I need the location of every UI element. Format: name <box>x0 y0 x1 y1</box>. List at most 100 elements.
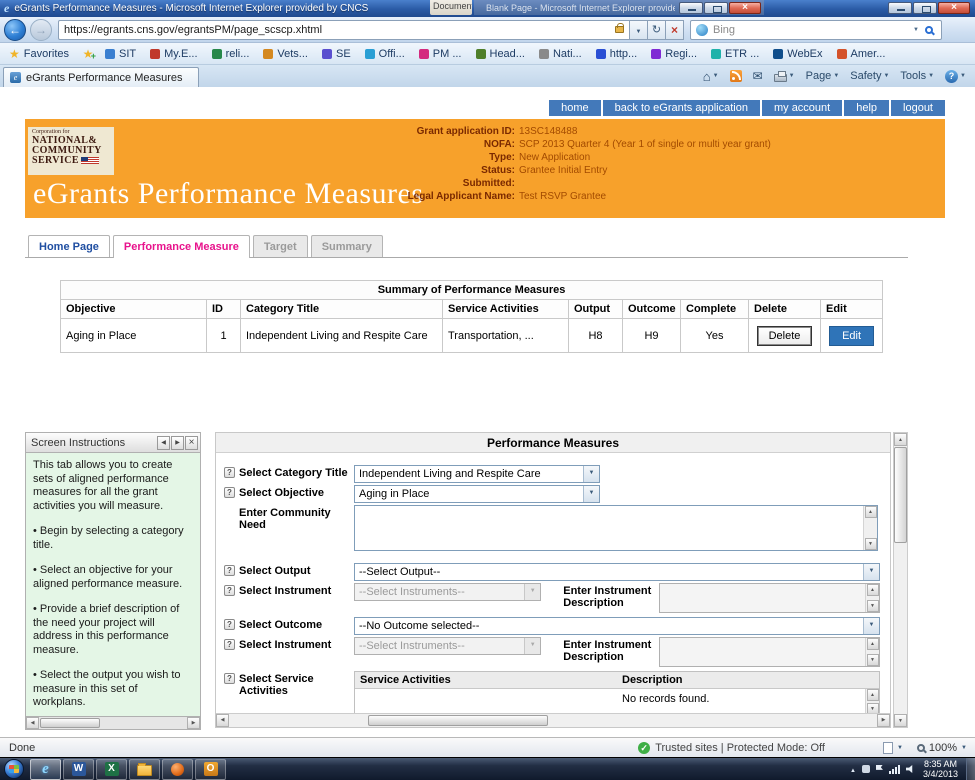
form-vertical-scrollbar[interactable] <box>893 432 908 728</box>
security-zone[interactable]: Trusted sites | Protected Mode: Off <box>638 742 825 754</box>
address-dropdown-button[interactable] <box>630 20 648 40</box>
outcome-instrument-select[interactable]: --Select Instruments-- <box>354 637 541 655</box>
background-window[interactable]: Blank Page - Microsoft Internet Explorer… <box>474 0 764 15</box>
scroll-left-arrow[interactable] <box>26 717 39 729</box>
scroll-up-arrow[interactable] <box>894 433 907 446</box>
category-select[interactable]: Independent Living and Respite Care <box>354 465 600 483</box>
help-icon[interactable] <box>224 619 235 630</box>
refresh-button[interactable] <box>648 20 666 40</box>
edit-button[interactable]: Edit <box>829 326 874 346</box>
help-icon[interactable] <box>224 467 235 478</box>
favorite-link[interactable]: ETR ... <box>704 43 766 64</box>
nav-back-to-egrants-button[interactable]: back to eGrants application <box>603 100 760 116</box>
outcome-select[interactable]: --No Outcome selected-- <box>354 617 880 635</box>
favorite-link[interactable]: Vets... <box>256 43 315 64</box>
tab-summary[interactable]: Summary <box>311 235 383 257</box>
form-horizontal-scrollbar[interactable] <box>216 713 890 727</box>
volume-icon[interactable] <box>906 765 915 774</box>
scroll-up-arrow[interactable] <box>867 638 879 650</box>
objective-select[interactable]: Aging in Place <box>354 485 600 503</box>
delete-button[interactable]: Delete <box>758 327 812 345</box>
maximize-button[interactable] <box>913 2 937 14</box>
scroll-down-arrow[interactable] <box>865 538 877 550</box>
search-input[interactable]: Bing <box>690 20 942 40</box>
favorite-link[interactable]: PM ... <box>412 43 469 64</box>
zoom-control[interactable]: 100% <box>917 742 975 754</box>
forward-button[interactable] <box>30 19 52 41</box>
taskbar-folder-button[interactable] <box>129 759 160 780</box>
scroll-right-arrow[interactable] <box>187 717 200 729</box>
outcome-instrument-description-textarea[interactable] <box>659 637 880 667</box>
scroll-right-arrow[interactable] <box>877 714 890 727</box>
taskbar-clock[interactable]: 8:35 AM 3/4/2013 <box>923 759 958 779</box>
search-icon[interactable] <box>925 26 933 34</box>
favorite-link[interactable]: Offi... <box>358 43 412 64</box>
chevron-down-icon[interactable] <box>863 564 879 580</box>
scroll-left-arrow[interactable] <box>216 714 229 727</box>
chevron-down-icon[interactable] <box>583 486 599 502</box>
chevron-down-icon[interactable] <box>583 466 599 482</box>
scrollbar-thumb[interactable] <box>40 718 100 728</box>
taskbar-outlook-button[interactable]: O <box>195 759 226 780</box>
favorite-link[interactable]: SIT <box>98 43 143 64</box>
favorite-link[interactable]: reli... <box>205 43 257 64</box>
taskbar-media-button[interactable] <box>162 759 193 780</box>
instructions-horizontal-scrollbar[interactable] <box>26 716 200 729</box>
scroll-down-arrow[interactable] <box>867 703 879 713</box>
textarea-scrollbar[interactable] <box>865 584 879 612</box>
instructions-next-button[interactable] <box>171 436 184 450</box>
minimize-button[interactable] <box>888 2 912 14</box>
scrollbar-thumb[interactable] <box>368 715 548 726</box>
background-window-document[interactable]: Document <box>430 0 472 15</box>
scroll-down-arrow[interactable] <box>867 654 879 666</box>
help-icon[interactable] <box>224 487 235 498</box>
chevron-down-icon[interactable] <box>897 745 903 751</box>
tab-target[interactable]: Target <box>253 235 308 257</box>
show-desktop-button[interactable] <box>966 758 975 780</box>
page-menu-button[interactable]: Page <box>802 68 844 84</box>
address-input[interactable]: https://egrants.cns.gov/egrantsPM/page_s… <box>58 20 630 40</box>
favorite-link[interactable]: Head... <box>469 43 532 64</box>
chevron-down-icon[interactable] <box>863 618 879 634</box>
favorite-link[interactable]: My.E... <box>143 43 204 64</box>
browser-tab[interactable]: eGrants Performance Measures <box>3 67 199 87</box>
tab-home-page[interactable]: Home Page <box>28 235 110 257</box>
scroll-down-arrow[interactable] <box>867 600 879 612</box>
output-instrument-description-textarea[interactable] <box>659 583 880 613</box>
help-icon[interactable] <box>224 673 235 684</box>
instructions-prev-button[interactable] <box>157 436 170 450</box>
print-button[interactable] <box>770 69 799 84</box>
favorite-link[interactable]: Amer... <box>830 43 893 64</box>
output-instrument-select[interactable]: --Select Instruments-- <box>354 583 541 601</box>
close-button[interactable] <box>729 2 761 14</box>
start-button[interactable] <box>4 759 24 779</box>
help-icon[interactable] <box>224 565 235 576</box>
scroll-down-arrow[interactable] <box>894 714 907 727</box>
page-icon[interactable] <box>883 742 893 754</box>
scroll-up-arrow[interactable] <box>865 506 877 518</box>
favorites-button[interactable]: Favorites <box>0 43 78 64</box>
favorite-link[interactable]: Regi... <box>644 43 704 64</box>
scrollbar-track[interactable] <box>894 543 907 714</box>
maximize-button[interactable] <box>704 2 728 14</box>
tray-icon[interactable] <box>862 765 870 773</box>
favorite-link[interactable]: WebEx <box>766 43 829 64</box>
search-dropdown-icon[interactable] <box>909 27 923 33</box>
action-center-icon[interactable] <box>876 765 883 774</box>
scrollbar-thumb[interactable] <box>894 447 907 543</box>
help-icon[interactable] <box>224 585 235 596</box>
taskbar-internet-explorer-button[interactable]: e <box>30 759 61 780</box>
feeds-button[interactable] <box>726 68 746 84</box>
add-favorite-button[interactable] <box>78 43 98 64</box>
read-mail-button[interactable] <box>749 67 767 85</box>
scroll-up-arrow[interactable] <box>867 689 879 701</box>
tab-performance-measure[interactable]: Performance Measure <box>113 235 250 258</box>
nav-help-button[interactable]: help <box>844 100 889 116</box>
safety-menu-button[interactable]: Safety <box>846 68 893 84</box>
scroll-up-arrow[interactable] <box>867 584 879 596</box>
output-select[interactable]: --Select Output-- <box>354 563 880 581</box>
minimize-button[interactable] <box>679 2 703 14</box>
taskbar-word-button[interactable]: W <box>63 759 94 780</box>
textarea-scrollbar[interactable] <box>865 638 879 666</box>
back-button[interactable] <box>4 19 26 41</box>
